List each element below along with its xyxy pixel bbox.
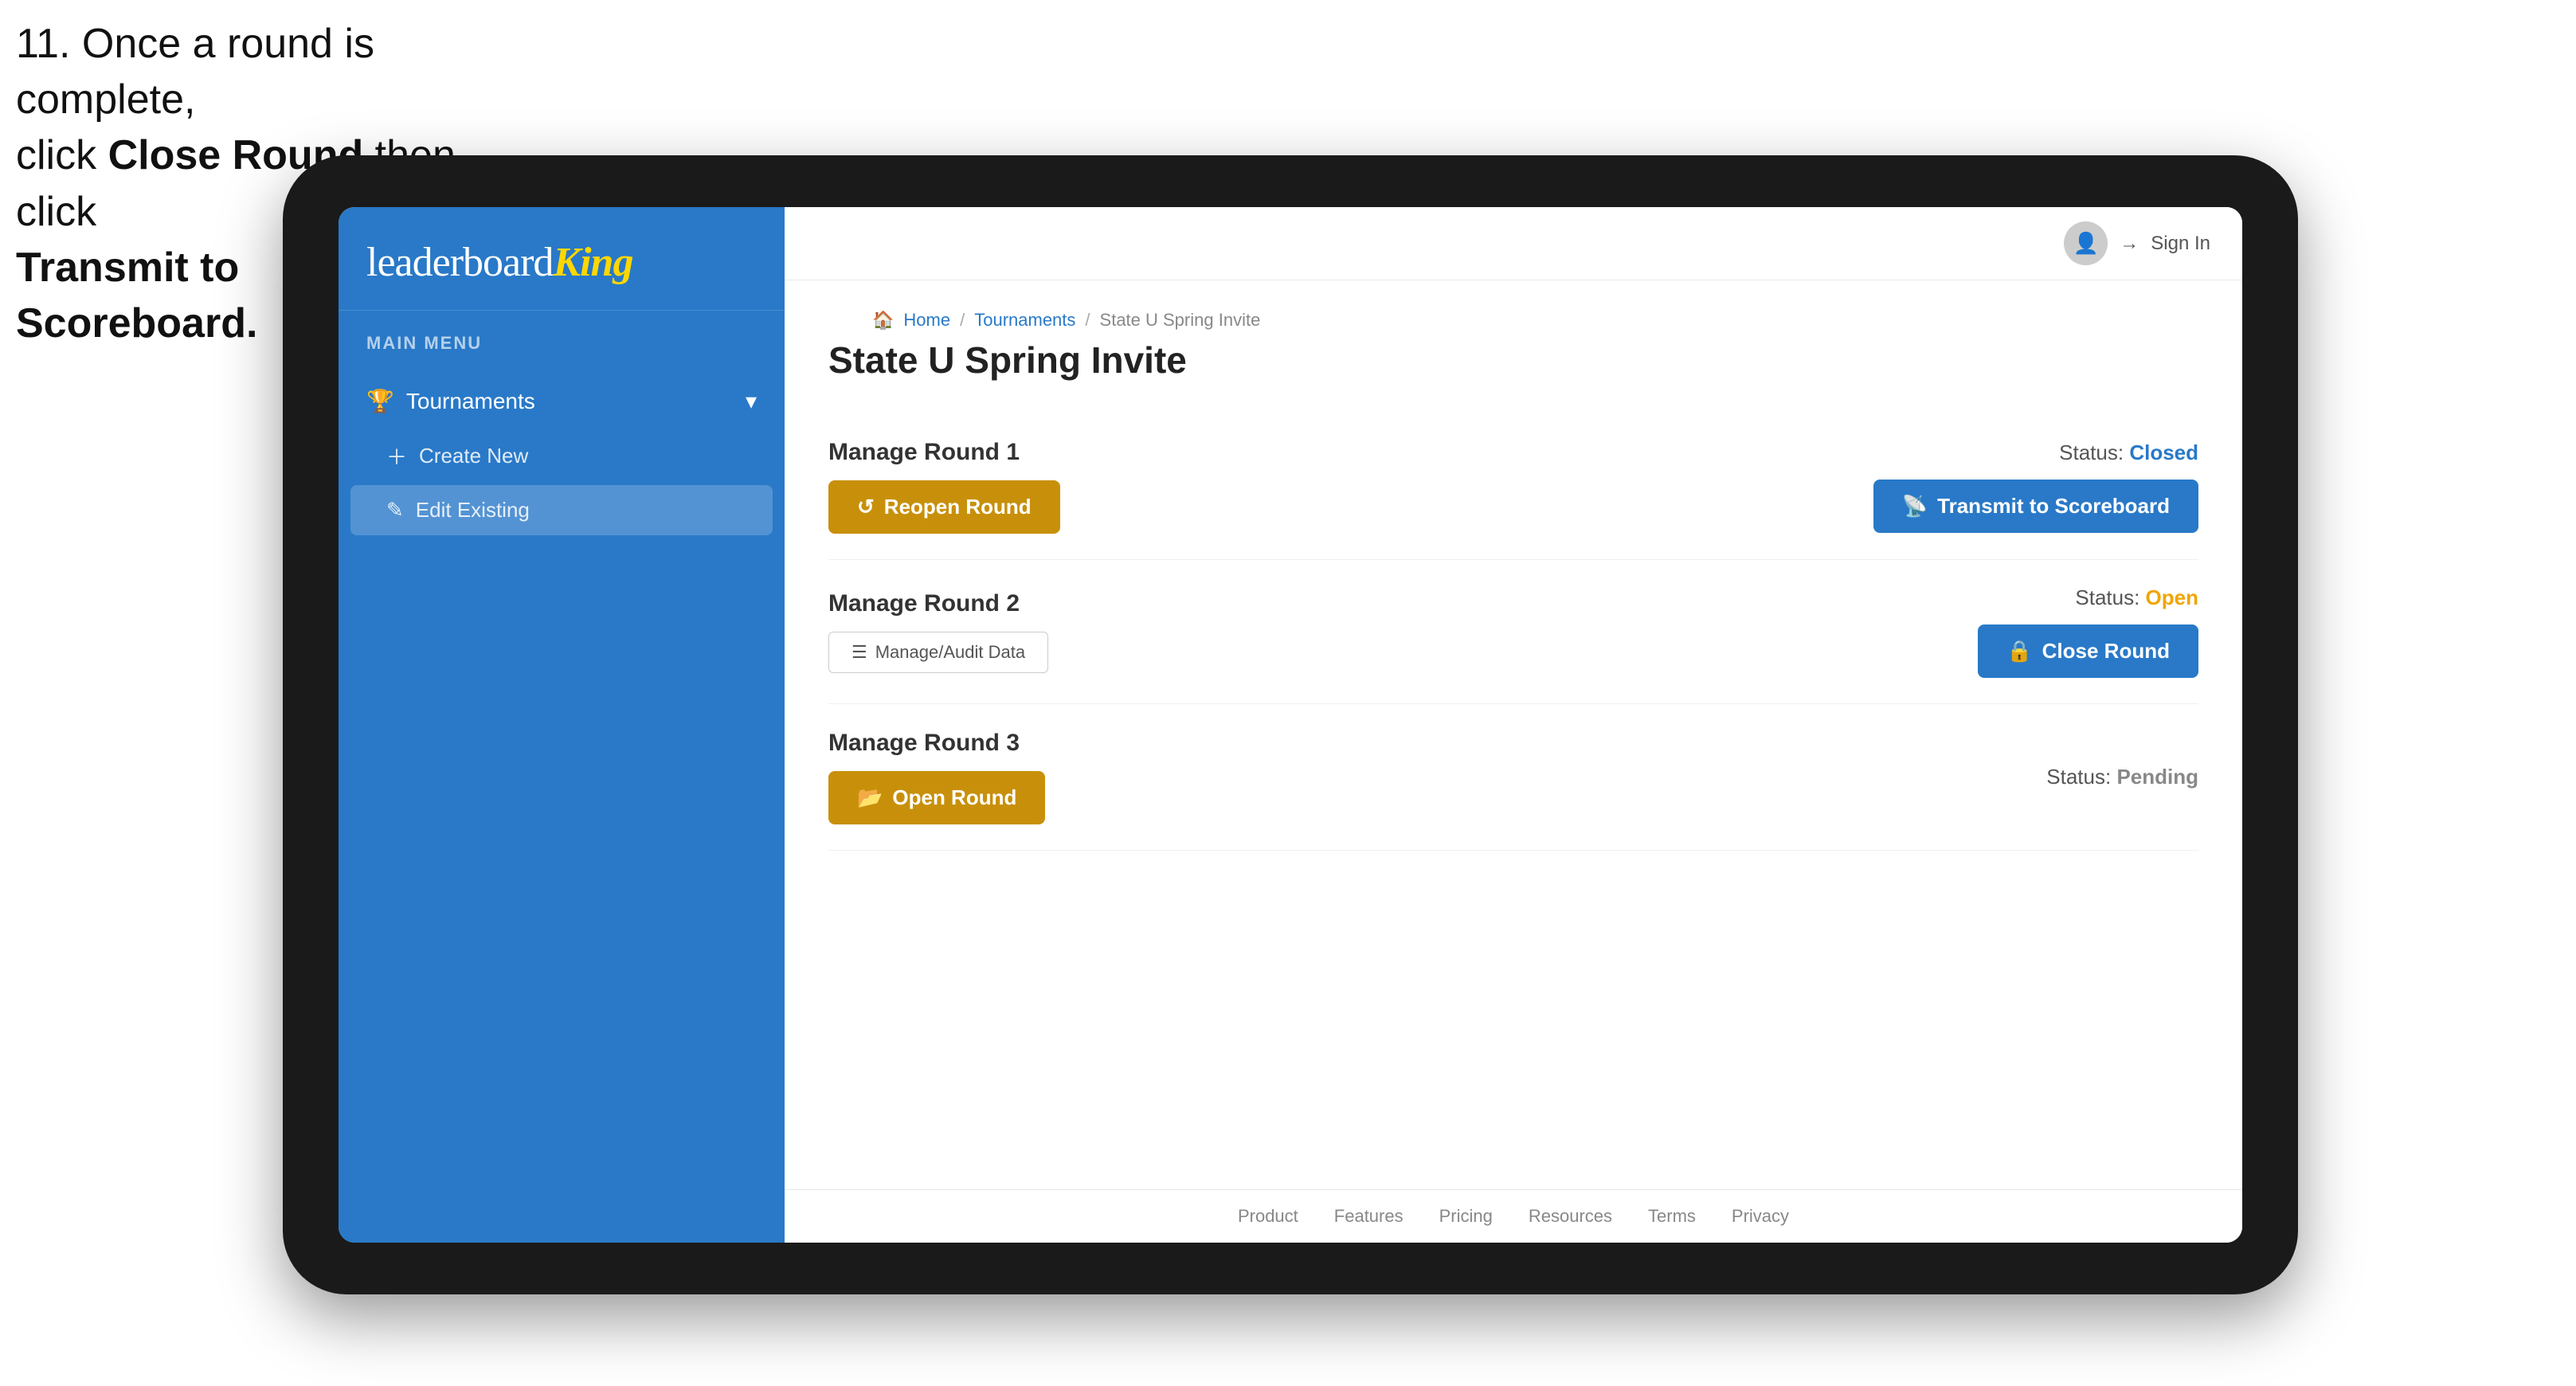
page-body: 🏠 Home / Tournaments / State U Spring In… (785, 280, 2242, 1189)
footer-pricing[interactable]: Pricing (1439, 1206, 1493, 1227)
round-1-row: Manage Round 1 ↺ Reopen Round Status: Cl… (828, 413, 2198, 560)
logo-leaderboard: leaderboard (366, 240, 553, 285)
footer-features[interactable]: Features (1334, 1206, 1403, 1227)
topbar: 👤 → Sign In (785, 207, 2242, 280)
breadcrumb-current: State U Spring Invite (1100, 310, 1261, 331)
round-2-status: Status: Open (2075, 585, 2198, 610)
tablet-screen: leaderboardKing MAIN MENU 🏆 Tournaments … (339, 207, 2242, 1243)
footer-privacy[interactable]: Privacy (1732, 1206, 1789, 1227)
sidebar-item-tournaments[interactable]: 🏆 Tournaments ▾ (339, 374, 785, 429)
round-3-status: Status: Pending (2046, 765, 2198, 789)
avatar: 👤 (2064, 221, 2108, 265)
sidebar-item-create-new[interactable]: ＋ Create New (339, 429, 785, 484)
reopen-icon: ↺ (857, 495, 875, 519)
app-layout: leaderboardKing MAIN MENU 🏆 Tournaments … (339, 207, 2242, 1243)
logo-king: King (553, 240, 632, 285)
instruction-line1: 11. Once a round is complete, (16, 21, 374, 123)
round-1-status: Status: Closed (2059, 440, 2198, 465)
edit-existing-label: Edit Existing (416, 498, 530, 523)
breadcrumb-sep2: / (1085, 310, 1090, 331)
sidebar: leaderboardKing MAIN MENU 🏆 Tournaments … (339, 207, 785, 1243)
plus-icon: ＋ (386, 441, 407, 471)
manage-audit-data-button[interactable]: ☰ Manage/Audit Data (828, 632, 1048, 673)
round-3-status-value: Pending (2116, 765, 2198, 789)
user-icon: 👤 (2073, 231, 2099, 256)
lock-icon: 🔒 (2006, 639, 2032, 664)
round-1-title: Manage Round 1 (828, 439, 1060, 466)
chevron-icon: ▾ (746, 388, 757, 414)
tablet-device: leaderboardKing MAIN MENU 🏆 Tournaments … (283, 155, 2298, 1294)
breadcrumb-home[interactable]: Home (903, 310, 950, 331)
sign-in-area: 👤 → Sign In (2064, 221, 2210, 265)
main-content: 👤 → Sign In 🏠 Home / Tournaments / (785, 207, 2242, 1243)
round-1-status-value: Closed (2129, 440, 2198, 464)
round-2-status-value: Open (2146, 585, 2198, 609)
round-2-title: Manage Round 2 (828, 590, 1048, 617)
breadcrumb: 🏠 Home / Tournaments / State U Spring In… (828, 292, 2198, 339)
main-menu-label: MAIN MENU (339, 311, 785, 366)
sidebar-nav: 🏆 Tournaments ▾ ＋ Create New ✎ Edit Exis… (339, 366, 785, 545)
audit-icon: ☰ (851, 642, 867, 663)
home-icon: 🏠 (872, 310, 894, 331)
page-title: State U Spring Invite (828, 339, 2198, 382)
close-round-button[interactable]: 🔒 Close Round (1978, 624, 2198, 678)
instruction-line2: click (16, 132, 108, 178)
round-3-title: Manage Round 3 (828, 730, 1045, 757)
open-icon: 📂 (857, 785, 883, 810)
sign-in-label[interactable]: Sign In (2151, 233, 2210, 255)
round-3-row: Manage Round 3 📂 Open Round Status: Pend… (828, 704, 2198, 851)
tournaments-nav-label: Tournaments (406, 389, 535, 414)
breadcrumb-sep1: / (960, 310, 965, 331)
transmit-to-scoreboard-button[interactable]: 📡 Transmit to Scoreboard (1873, 480, 2198, 533)
sidebar-item-edit-existing[interactable]: ✎ Edit Existing (350, 485, 773, 535)
instruction-bold2: Transmit to Scoreboard. (16, 245, 257, 346)
round-2-row: Manage Round 2 ☰ Manage/Audit Data Statu… (828, 560, 2198, 704)
transmit-icon: 📡 (1902, 494, 1928, 519)
footer-terms[interactable]: Terms (1648, 1206, 1696, 1227)
footer-resources[interactable]: Resources (1529, 1206, 1612, 1227)
reopen-round-button[interactable]: ↺ Reopen Round (828, 480, 1060, 534)
sign-in-arrow-icon: → (2120, 233, 2139, 255)
create-new-label: Create New (419, 444, 528, 468)
app-footer: Product Features Pricing Resources Terms… (785, 1189, 2242, 1243)
breadcrumb-tournaments[interactable]: Tournaments (974, 310, 1075, 331)
open-round-button[interactable]: 📂 Open Round (828, 771, 1045, 824)
trophy-icon: 🏆 (366, 388, 394, 414)
logo-text: leaderboardKing (366, 239, 757, 286)
edit-icon: ✎ (386, 498, 404, 523)
footer-product[interactable]: Product (1238, 1206, 1298, 1227)
sidebar-logo: leaderboardKing (339, 207, 785, 311)
